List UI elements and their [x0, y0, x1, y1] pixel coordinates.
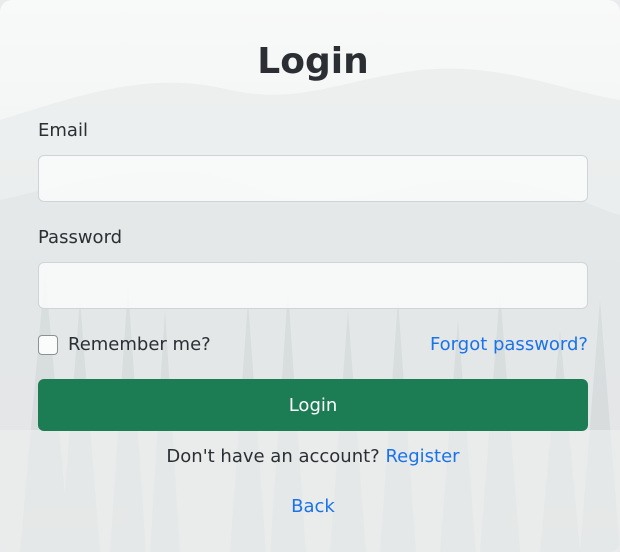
remember-label: Remember me? — [68, 334, 211, 355]
forgot-password-link[interactable]: Forgot password? — [430, 333, 588, 357]
remember-checkbox[interactable] — [38, 335, 58, 355]
password-label: Password — [38, 227, 123, 248]
login-card: Login Email Password Remember me? Forgot… — [0, 0, 620, 552]
page-title: Login — [257, 41, 369, 82]
remember-row: Remember me? Forgot password? — [38, 333, 588, 357]
email-field[interactable] — [38, 155, 588, 202]
register-line: Don't have an account? Register — [38, 445, 588, 469]
back-row: Back — [38, 495, 588, 519]
email-label: Email — [38, 120, 88, 141]
register-link[interactable]: Register — [385, 446, 459, 467]
register-prompt: Don't have an account? — [166, 446, 380, 467]
password-field[interactable] — [38, 262, 588, 309]
back-link[interactable]: Back — [291, 496, 335, 517]
login-button[interactable]: Login — [38, 379, 588, 431]
